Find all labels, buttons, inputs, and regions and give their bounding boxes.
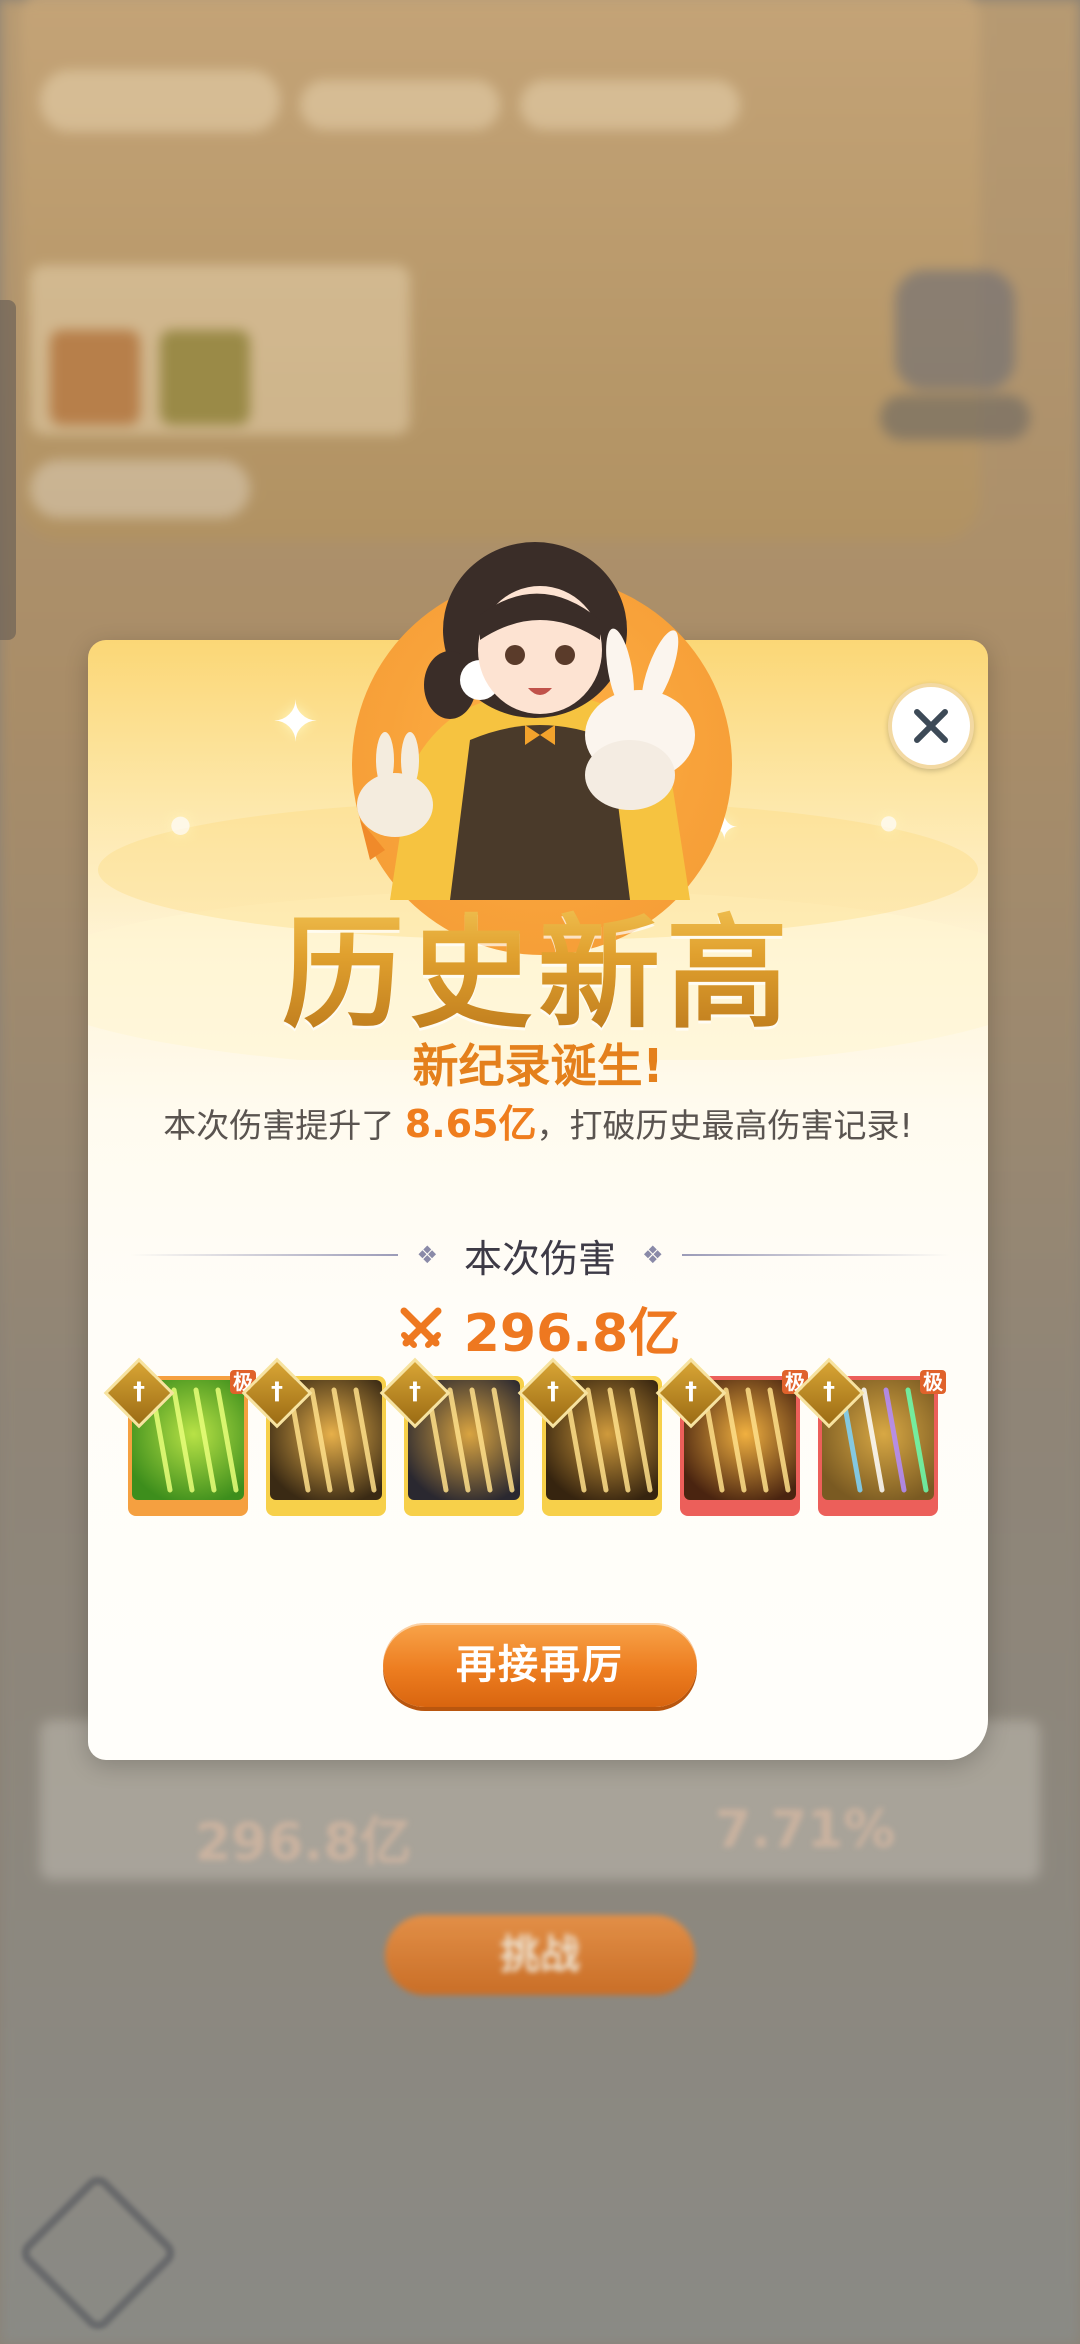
sword-icon: † [823,1377,835,1405]
dialog-subtitle: 新纪录诞生! [412,1039,664,1093]
skill-streak [607,1387,631,1493]
background-emblem-label [880,395,1030,440]
sparkle-icon: ● [880,810,898,834]
sword-icon: † [685,1377,697,1405]
skill-list: † 极 † † † † 极 † 极 [103,1357,948,1522]
skill-streak [905,1387,929,1493]
background-buff-card [50,330,140,425]
section-header: ❖ 本次伤害 ❖ [130,1230,951,1281]
skill-grade-tag: 极 [920,1370,946,1394]
skill-streak [309,1387,333,1493]
sword-icon: † [547,1377,559,1405]
crossed-swords-icon [400,1307,442,1348]
skill-icon-skill-gold-blue-shards[interactable]: † [379,1357,524,1516]
background-tag-pill [30,460,250,518]
background-challenge-button: 挑战 [385,1915,695,1995]
close-button[interactable] [888,683,974,769]
background-emblem [895,270,1015,390]
skill-streak [469,1387,493,1493]
skill-icon-skill-rainbow-comet[interactable]: † 极 [793,1357,946,1516]
skill-streak [767,1387,791,1493]
background-damage-value: 296.8亿 [195,1813,412,1873]
skill-streak [171,1387,195,1493]
sword-icon: † [271,1377,283,1405]
background-buff-card [160,330,250,425]
background-percent-value: 7.71% [715,1800,896,1860]
skill-streak [193,1387,217,1493]
dialog-description: 本次伤害提升了 8.65亿，打破历史最高伤害记录! [88,1093,988,1148]
skill-icon-skill-gold-blades-2[interactable]: † [517,1357,662,1516]
skill-streak [585,1387,609,1493]
diamond-icon: ❖ [642,1241,664,1269]
close-icon [914,709,948,743]
skill-streak [745,1387,769,1493]
sparkle-icon: ✦ [272,690,319,755]
skill-icon-skill-gold-blades-1[interactable]: † [241,1357,386,1516]
background-player-pill [40,70,280,132]
divider-line [681,1254,951,1256]
dialog-title: 历史新高 [88,875,988,1052]
diamond-icon: ❖ [416,1241,438,1269]
skill-streak [491,1387,515,1493]
skill-streak [723,1387,747,1493]
skill-streak [353,1387,377,1493]
skill-icon-skill-gold-blades-3[interactable]: † 极 [655,1357,808,1516]
sparkle-icon: ● [170,810,191,838]
desc-suffix: ，打破历史最高伤害记录! [536,1106,913,1145]
background-currency-pill-2 [520,80,740,130]
section-label: 本次伤害 [464,1236,617,1281]
skill-streak [883,1387,907,1493]
divider-line [130,1254,399,1256]
skill-icon-skill-green-burst[interactable]: † 极 [103,1357,256,1516]
skill-streak [447,1387,471,1493]
desc-prefix: 本次伤害提升了 [163,1106,405,1145]
background-currency-pill [300,80,500,130]
background-left-strip [0,300,16,640]
character-girl-with-bunnies [357,542,695,900]
sword-icon: † [133,1377,145,1405]
desc-increase-value: 8.65亿 [404,1102,537,1146]
damage-total-value: 296.8亿 [463,1303,681,1364]
try-again-button[interactable]: 再接再厉 [383,1623,697,1707]
skill-streak [861,1387,885,1493]
skill-streak [331,1387,355,1493]
skill-streak [215,1387,239,1493]
damage-total-row: 296.8亿 [88,1293,988,1364]
skill-streak [629,1387,653,1493]
sword-icon: † [409,1377,421,1405]
